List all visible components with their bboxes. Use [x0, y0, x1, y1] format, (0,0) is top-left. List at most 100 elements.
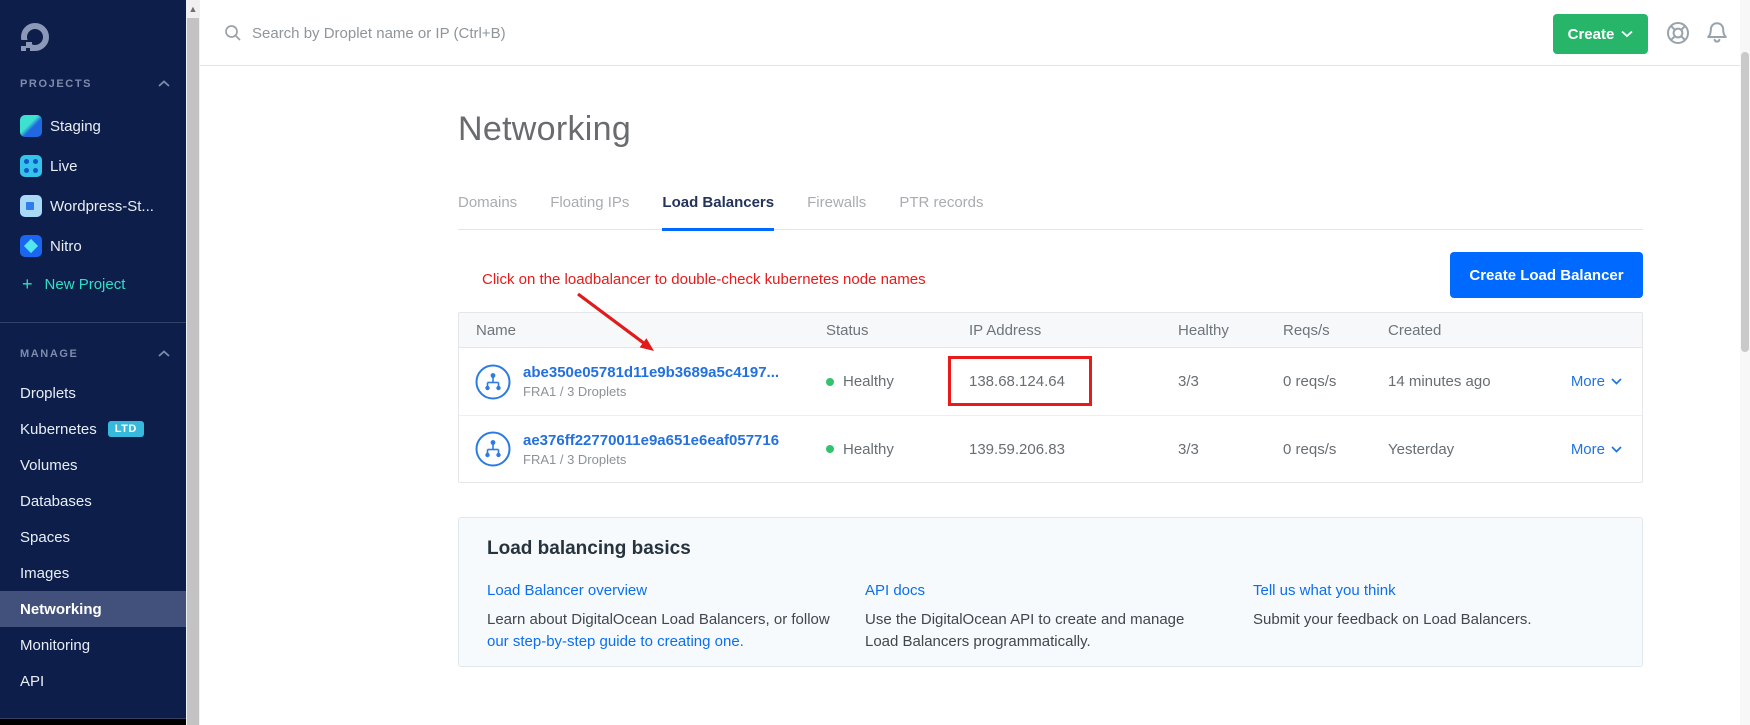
table-header-row: Name Status IP Address Healthy Reqs/s Cr…: [459, 313, 1642, 348]
tab-load-balancers[interactable]: Load Balancers: [662, 194, 774, 231]
basics-title: Load balancing basics: [487, 538, 1614, 560]
load-balancer-overview-link[interactable]: Load Balancer overview: [487, 582, 865, 599]
sidebar-item-nitro[interactable]: Nitro: [0, 226, 186, 266]
tab-ptr-records[interactable]: PTR records: [899, 194, 983, 229]
sidebar-item-staging[interactable]: Staging: [0, 106, 186, 146]
basics-column-feedback: Tell us what you think Submit your feedb…: [1253, 582, 1614, 653]
search-icon: [224, 24, 242, 42]
new-project-label: New Project: [45, 276, 126, 293]
ip-address: 139.59.206.83: [969, 441, 1178, 458]
load-balancer-subtitle: FRA1 / 3 Droplets: [523, 452, 779, 467]
sidebar-item-api[interactable]: API: [0, 663, 186, 699]
topbar: Create: [200, 0, 1740, 66]
search-bar: [224, 0, 672, 66]
column-header-status: Status: [826, 322, 969, 339]
create-button[interactable]: Create: [1553, 14, 1648, 54]
created-time: 14 minutes ago: [1388, 373, 1561, 390]
table-row[interactable]: ae376ff22770011e9a651e6eaf057716 FRA1 / …: [459, 415, 1642, 482]
page-scrollbar[interactable]: [1740, 0, 1750, 725]
api-docs-link[interactable]: API docs: [865, 582, 1253, 599]
sidebar-item-live[interactable]: Live: [0, 146, 186, 186]
column-header-created: Created: [1388, 322, 1561, 339]
sidebar: PROJECTS Staging Live Wordpress-St... Ni…: [0, 0, 186, 725]
healthy-status-dot: [826, 445, 834, 453]
ip-address: 138.68.124.64: [969, 373, 1178, 390]
sidebar-item-kubernetes[interactable]: Kubernetes LTD: [0, 411, 186, 447]
wordpress-project-icon: [20, 195, 42, 217]
new-project-button[interactable]: + New Project: [0, 266, 186, 302]
project-label: Wordpress-St...: [50, 198, 154, 215]
sidebar-item-networking[interactable]: Networking: [0, 591, 186, 627]
sidebar-item-databases[interactable]: Databases: [0, 483, 186, 519]
column-header-reqs: Reqs/s: [1283, 322, 1388, 339]
feedback-link[interactable]: Tell us what you think: [1253, 582, 1614, 599]
sidebar-scrollbar[interactable]: ▲: [186, 0, 200, 725]
basics-text: Learn about DigitalOcean Load Balancers,…: [487, 611, 830, 628]
chevron-down-icon: [1611, 446, 1622, 453]
column-header-ip: IP Address: [969, 322, 1178, 339]
basics-text: Use the DigitalOcean API to create and m…: [865, 609, 1195, 653]
load-balancer-name-link[interactable]: ae376ff22770011e9a651e6eaf057716: [523, 432, 779, 449]
create-load-balancer-button[interactable]: Create Load Balancer: [1450, 252, 1643, 298]
healthy-count: 3/3: [1178, 441, 1283, 458]
tab-floating-ips[interactable]: Floating IPs: [550, 194, 629, 229]
search-input[interactable]: [252, 25, 672, 42]
status-text: Healthy: [843, 373, 894, 390]
sidebar-item-images[interactable]: Images: [0, 555, 186, 591]
plus-icon: +: [22, 274, 33, 295]
chevron-up-icon: [158, 350, 170, 358]
sidebar-scrollbar-thumb[interactable]: [187, 18, 199, 725]
healthy-status-dot: [826, 378, 834, 386]
digitalocean-logo-icon[interactable]: [18, 20, 52, 54]
chevron-down-icon: [1621, 30, 1633, 38]
column-header-healthy: Healthy: [1178, 322, 1283, 339]
sidebar-divider: [0, 322, 186, 323]
tab-bar: Domains Floating IPs Load Balancers Fire…: [458, 194, 1643, 230]
ltd-badge: LTD: [108, 421, 144, 437]
load-balancer-subtitle: FRA1 / 3 Droplets: [523, 384, 779, 399]
more-menu-button[interactable]: More: [1561, 373, 1642, 390]
chevron-up-icon: [158, 80, 170, 88]
load-balancing-basics-panel: Load balancing basics Load Balancer over…: [458, 517, 1643, 667]
staging-project-icon: [20, 115, 42, 137]
tab-firewalls[interactable]: Firewalls: [807, 194, 866, 229]
notifications-bell-icon[interactable]: [1704, 20, 1730, 46]
table-row[interactable]: abe350e05781d11e9b3689a5c4197... FRA1 / …: [459, 348, 1642, 415]
projects-section-header[interactable]: PROJECTS: [20, 76, 170, 92]
scrollbar-up-arrow-icon[interactable]: ▲: [186, 2, 200, 16]
sidebar-item-spaces[interactable]: Spaces: [0, 519, 186, 555]
help-lifebuoy-icon[interactable]: [1665, 20, 1691, 46]
main-content: Networking Domains Floating IPs Load Bal…: [200, 66, 1740, 725]
sidebar-item-volumes[interactable]: Volumes: [0, 447, 186, 483]
healthy-count: 3/3: [1178, 373, 1283, 390]
manage-section-header[interactable]: MANAGE: [20, 346, 170, 362]
tab-domains[interactable]: Domains: [458, 194, 517, 229]
projects-label: PROJECTS: [20, 78, 92, 90]
app-root: PROJECTS Staging Live Wordpress-St... Ni…: [0, 0, 1750, 725]
column-header-name: Name: [459, 322, 826, 339]
requests-rate: 0 reqs/s: [1283, 441, 1388, 458]
project-label: Live: [50, 158, 78, 175]
page-title: Networking: [458, 110, 631, 149]
sidebar-item-monitoring[interactable]: Monitoring: [0, 627, 186, 663]
manage-label: MANAGE: [20, 348, 79, 360]
projects-list: Staging Live Wordpress-St... Nitro + New…: [0, 106, 186, 302]
page-scrollbar-thumb[interactable]: [1741, 52, 1749, 352]
load-balancer-table: Name Status IP Address Healthy Reqs/s Cr…: [458, 312, 1643, 483]
requests-rate: 0 reqs/s: [1283, 373, 1388, 390]
nitro-project-icon: [20, 235, 42, 257]
sidebar-item-droplets[interactable]: Droplets: [0, 375, 186, 411]
created-time: Yesterday: [1388, 441, 1561, 458]
load-balancer-icon: [475, 364, 511, 400]
project-label: Staging: [50, 118, 101, 135]
more-menu-button[interactable]: More: [1561, 441, 1642, 458]
sidebar-item-wordpress[interactable]: Wordpress-St...: [0, 186, 186, 226]
status-text: Healthy: [843, 441, 894, 458]
project-label: Nitro: [50, 238, 82, 255]
basics-column-overview: Load Balancer overview Learn about Digit…: [487, 582, 865, 653]
step-by-step-guide-link[interactable]: our step-by-step guide to creating one.: [487, 633, 744, 650]
live-project-icon: [20, 155, 42, 177]
load-balancer-name-link[interactable]: abe350e05781d11e9b3689a5c4197...: [523, 364, 779, 381]
sidebar-bottom-strip: [0, 719, 186, 725]
basics-column-api: API docs Use the DigitalOcean API to cre…: [865, 582, 1253, 653]
